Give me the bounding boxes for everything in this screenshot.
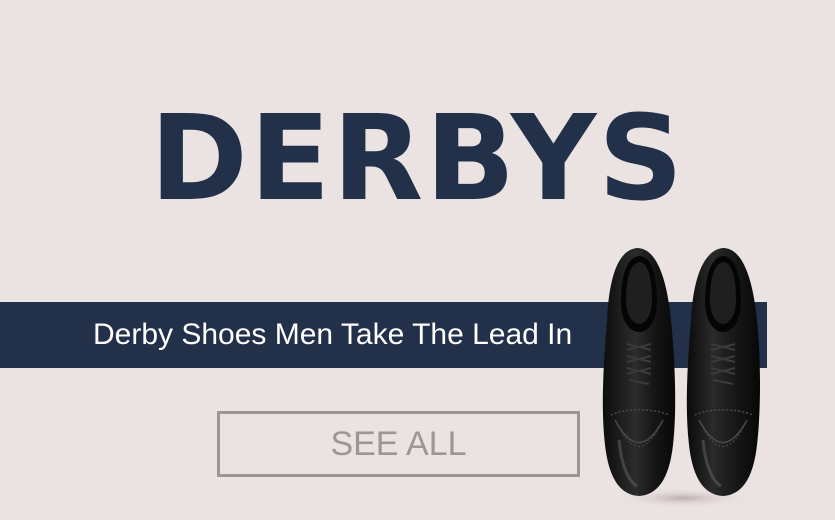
- subtitle-text: Derby Shoes Men Take The Lead In: [93, 318, 573, 351]
- right-shoe: [686, 248, 760, 496]
- headline: DERBYS: [149, 89, 686, 227]
- left-shoe: [602, 248, 676, 496]
- promo-banner: DERBYS Derby Shoes Men Take The Lead In …: [0, 0, 835, 520]
- derby-shoes-image: [602, 248, 760, 508]
- see-all-button[interactable]: SEE ALL: [217, 411, 580, 477]
